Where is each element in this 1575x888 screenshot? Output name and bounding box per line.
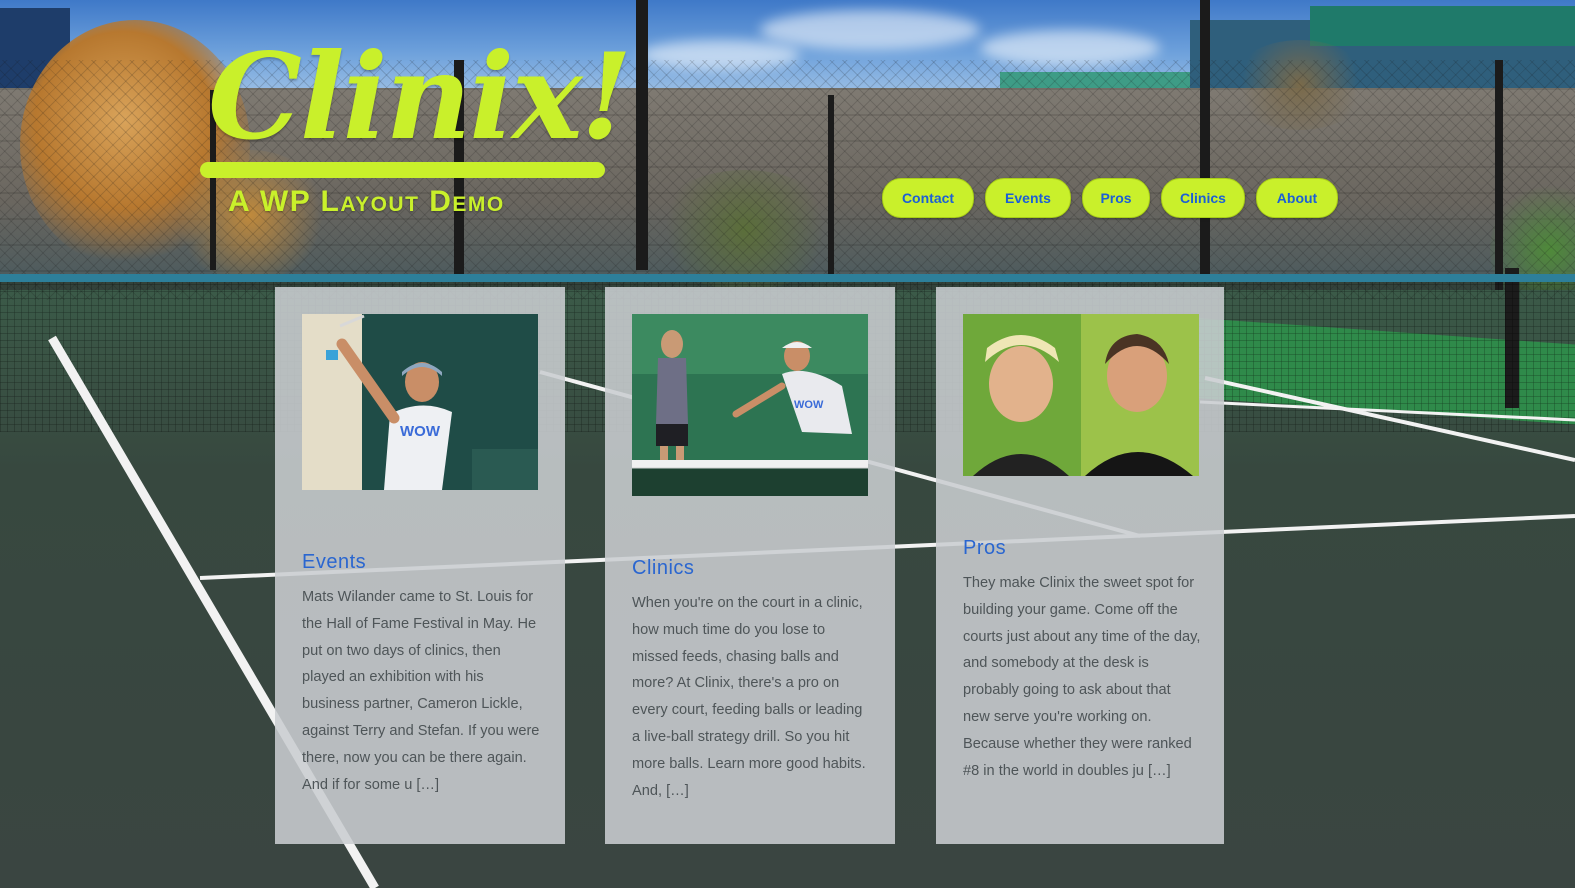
player-serving-illustration: WOW — [302, 314, 538, 490]
main-nav: Contact Events Pros Clinics About — [882, 178, 1338, 218]
pros-card: Pros They make Clinix the sweet spot for… — [936, 287, 1224, 844]
site-logo[interactable]: Clinix! A WP Layout Demo — [200, 22, 632, 232]
clinic-coaching-photo[interactable]: WOW — [632, 314, 868, 496]
nav-pros-button[interactable]: Pros — [1082, 178, 1150, 218]
pros-card-title[interactable]: Pros — [963, 537, 1006, 560]
logo-swoosh — [200, 162, 605, 178]
pros-portrait-photo[interactable] — [963, 314, 1199, 476]
clinics-card-title[interactable]: Clinics — [632, 557, 694, 580]
court-line — [1204, 376, 1575, 462]
pros-portrait-illustration — [963, 314, 1199, 476]
pros-card-excerpt: They make Clinix the sweet spot for buil… — [963, 575, 1201, 779]
events-card-title[interactable]: Events — [302, 551, 366, 574]
player-serving-photo[interactable]: WOW — [302, 314, 538, 490]
nav-about-button[interactable]: About — [1256, 178, 1338, 218]
clinic-coaching-illustration: WOW — [632, 314, 868, 496]
clinics-card-excerpt: When you're on the court in a clinic, ho… — [632, 595, 866, 799]
nav-contact-button[interactable]: Contact — [882, 178, 974, 218]
site-tagline: A WP Layout Demo — [228, 185, 505, 218]
clinics-card: WOW Clinics When you're on the court in … — [605, 287, 895, 844]
events-card: WOW Events Mats Wilander came to St. Lou… — [275, 287, 565, 844]
nav-clinics-button[interactable]: Clinics — [1161, 178, 1245, 218]
svg-text:WOW: WOW — [400, 423, 441, 440]
svg-text:WOW: WOW — [794, 399, 824, 411]
logo-wordmark: Clinix! — [208, 27, 632, 166]
events-card-excerpt: Mats Wilander came to St. Louis for the … — [302, 589, 540, 793]
nav-events-button[interactable]: Events — [985, 178, 1071, 218]
